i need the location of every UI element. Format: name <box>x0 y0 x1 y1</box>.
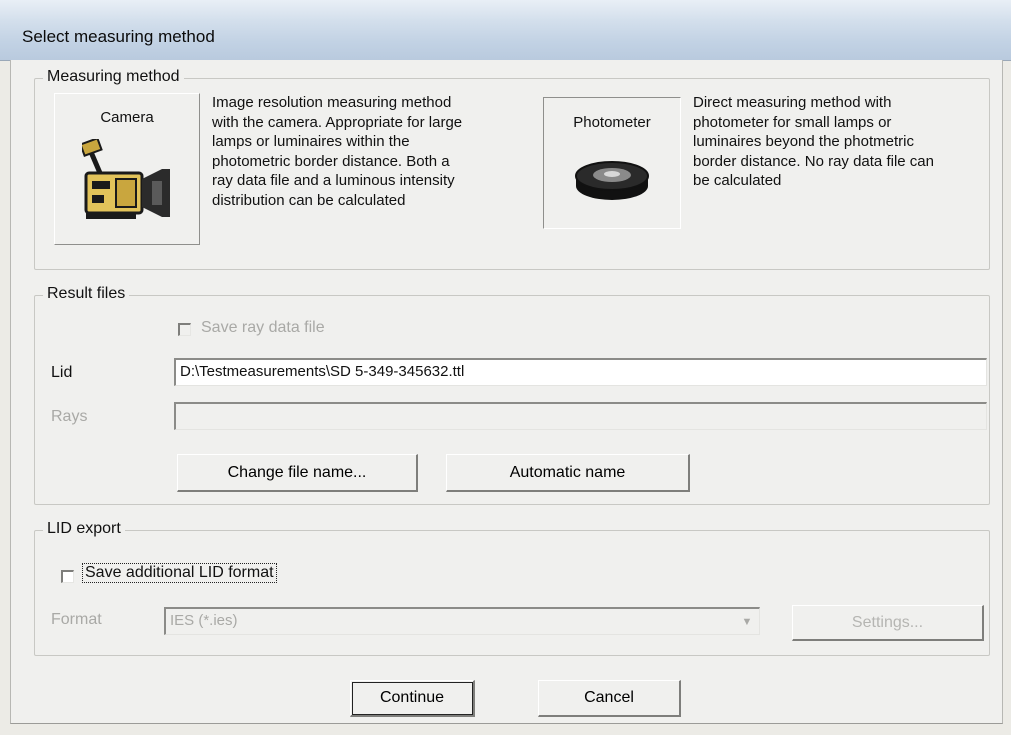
save-lid-checkbox[interactable] <box>61 570 74 583</box>
lid-export-title: LID export <box>43 520 125 538</box>
rays-label: Rays <box>51 408 88 425</box>
save-ray-label: Save ray data file <box>201 319 325 336</box>
window-title: Select measuring method <box>22 27 215 46</box>
photometer-button[interactable]: Photometer <box>543 97 681 229</box>
lid-label: Lid <box>51 364 73 381</box>
result-files-title: Result files <box>43 285 130 303</box>
dialog-body: Measuring method Camera Image resolution… <box>10 60 1003 724</box>
camera-label: Camera <box>100 109 154 126</box>
measuring-method-group: Measuring method Camera Image resolution… <box>34 68 990 270</box>
lid-path-field[interactable]: D:\Testmeasurements\SD 5-349-345632.ttl <box>174 358 987 386</box>
format-dropdown-value: IES (*.ies) <box>170 612 238 629</box>
photometer-label: Photometer <box>573 114 651 131</box>
measuring-method-title: Measuring method <box>43 68 184 86</box>
save-ray-checkbox[interactable] <box>178 323 191 336</box>
photometer-description: Direct measuring method with photometer … <box>693 94 934 189</box>
save-lid-label[interactable]: Save additional LID format <box>82 563 277 583</box>
camera-icon <box>82 139 170 219</box>
title-bar[interactable]: Select measuring method <box>0 0 1011 61</box>
camera-description: Image resolution measuring method with t… <box>212 94 463 209</box>
photometer-icon <box>575 161 649 200</box>
camera-button[interactable]: Camera <box>54 93 200 245</box>
rays-path-field[interactable] <box>174 402 987 430</box>
format-label: Format <box>51 611 102 628</box>
automatic-name-button[interactable]: Automatic name <box>446 454 690 492</box>
change-file-name-button[interactable]: Change file name... <box>177 454 418 492</box>
lid-export-group: LID export Save additional LID format Fo… <box>34 520 990 656</box>
format-dropdown[interactable]: IES (*.ies) ▼ <box>164 607 760 635</box>
settings-button[interactable]: Settings... <box>792 605 984 641</box>
chevron-down-icon[interactable]: ▼ <box>737 609 757 635</box>
result-files-group: Result files Save ray data file Lid D:\T… <box>34 285 990 505</box>
continue-button[interactable]: Continue <box>350 680 475 717</box>
cancel-button[interactable]: Cancel <box>538 680 681 717</box>
